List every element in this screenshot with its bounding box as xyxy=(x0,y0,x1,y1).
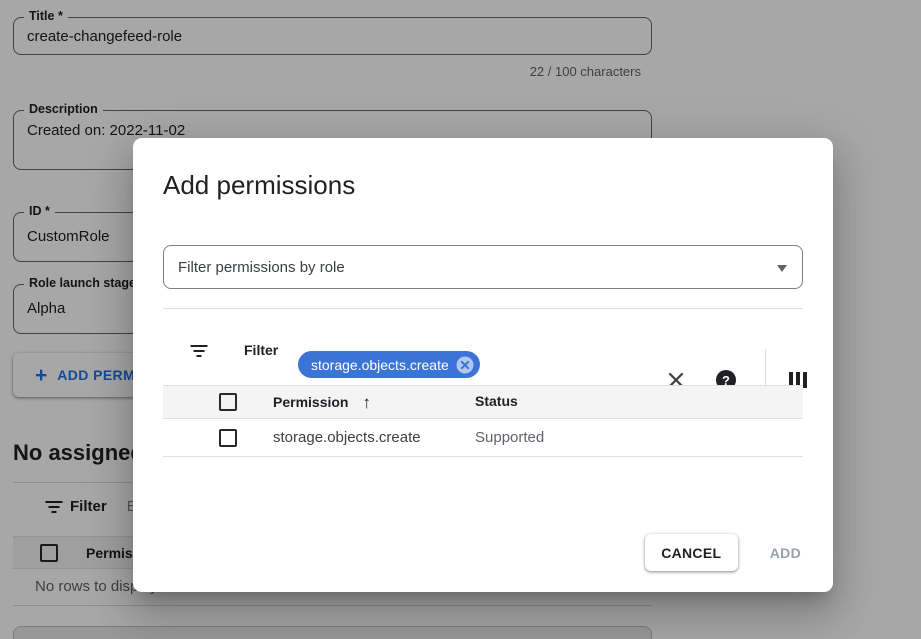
filter-chip[interactable]: storage.objects.create xyxy=(298,351,480,378)
cancel-button[interactable]: CANCEL xyxy=(645,534,738,571)
permission-header-label: Permission xyxy=(273,394,348,410)
filter-chip-text: storage.objects.create xyxy=(311,357,449,373)
add-permissions-dialog: Add permissions Filter permissions by ro… xyxy=(133,138,833,592)
permission-column-header[interactable]: Permission ↑ xyxy=(273,394,475,411)
row-checkbox[interactable] xyxy=(219,429,237,447)
table-row[interactable]: storage.objects.create Supported xyxy=(163,419,803,457)
chip-remove-icon[interactable] xyxy=(456,356,474,374)
page: Title * create-changefeed-role 22 / 100 … xyxy=(0,0,921,639)
permissions-table: Permission ↑ Status storage.objects.crea… xyxy=(163,385,803,457)
status-header-label: Status xyxy=(475,393,518,409)
permissions-filter-toolbar: Filter storage.objects.create ? xyxy=(163,308,803,385)
role-filter-dropdown[interactable]: Filter permissions by role xyxy=(163,245,803,289)
table-header-row: Permission ↑ Status xyxy=(163,385,803,419)
select-all-checkbox[interactable] xyxy=(219,393,237,411)
sort-ascending-icon: ↑ xyxy=(362,394,371,411)
dialog-actions: CANCEL ADD xyxy=(645,534,807,571)
filter-label: Filter xyxy=(244,342,278,358)
dialog-title: Add permissions xyxy=(163,170,355,201)
role-filter-dropdown-text: Filter permissions by role xyxy=(178,259,345,276)
status-cell: Supported xyxy=(475,429,544,446)
add-button[interactable]: ADD xyxy=(764,537,807,569)
chevron-down-icon xyxy=(777,265,787,272)
status-column-header[interactable]: Status xyxy=(475,393,803,411)
filter-icon xyxy=(190,345,207,357)
permission-cell: storage.objects.create xyxy=(273,429,421,446)
